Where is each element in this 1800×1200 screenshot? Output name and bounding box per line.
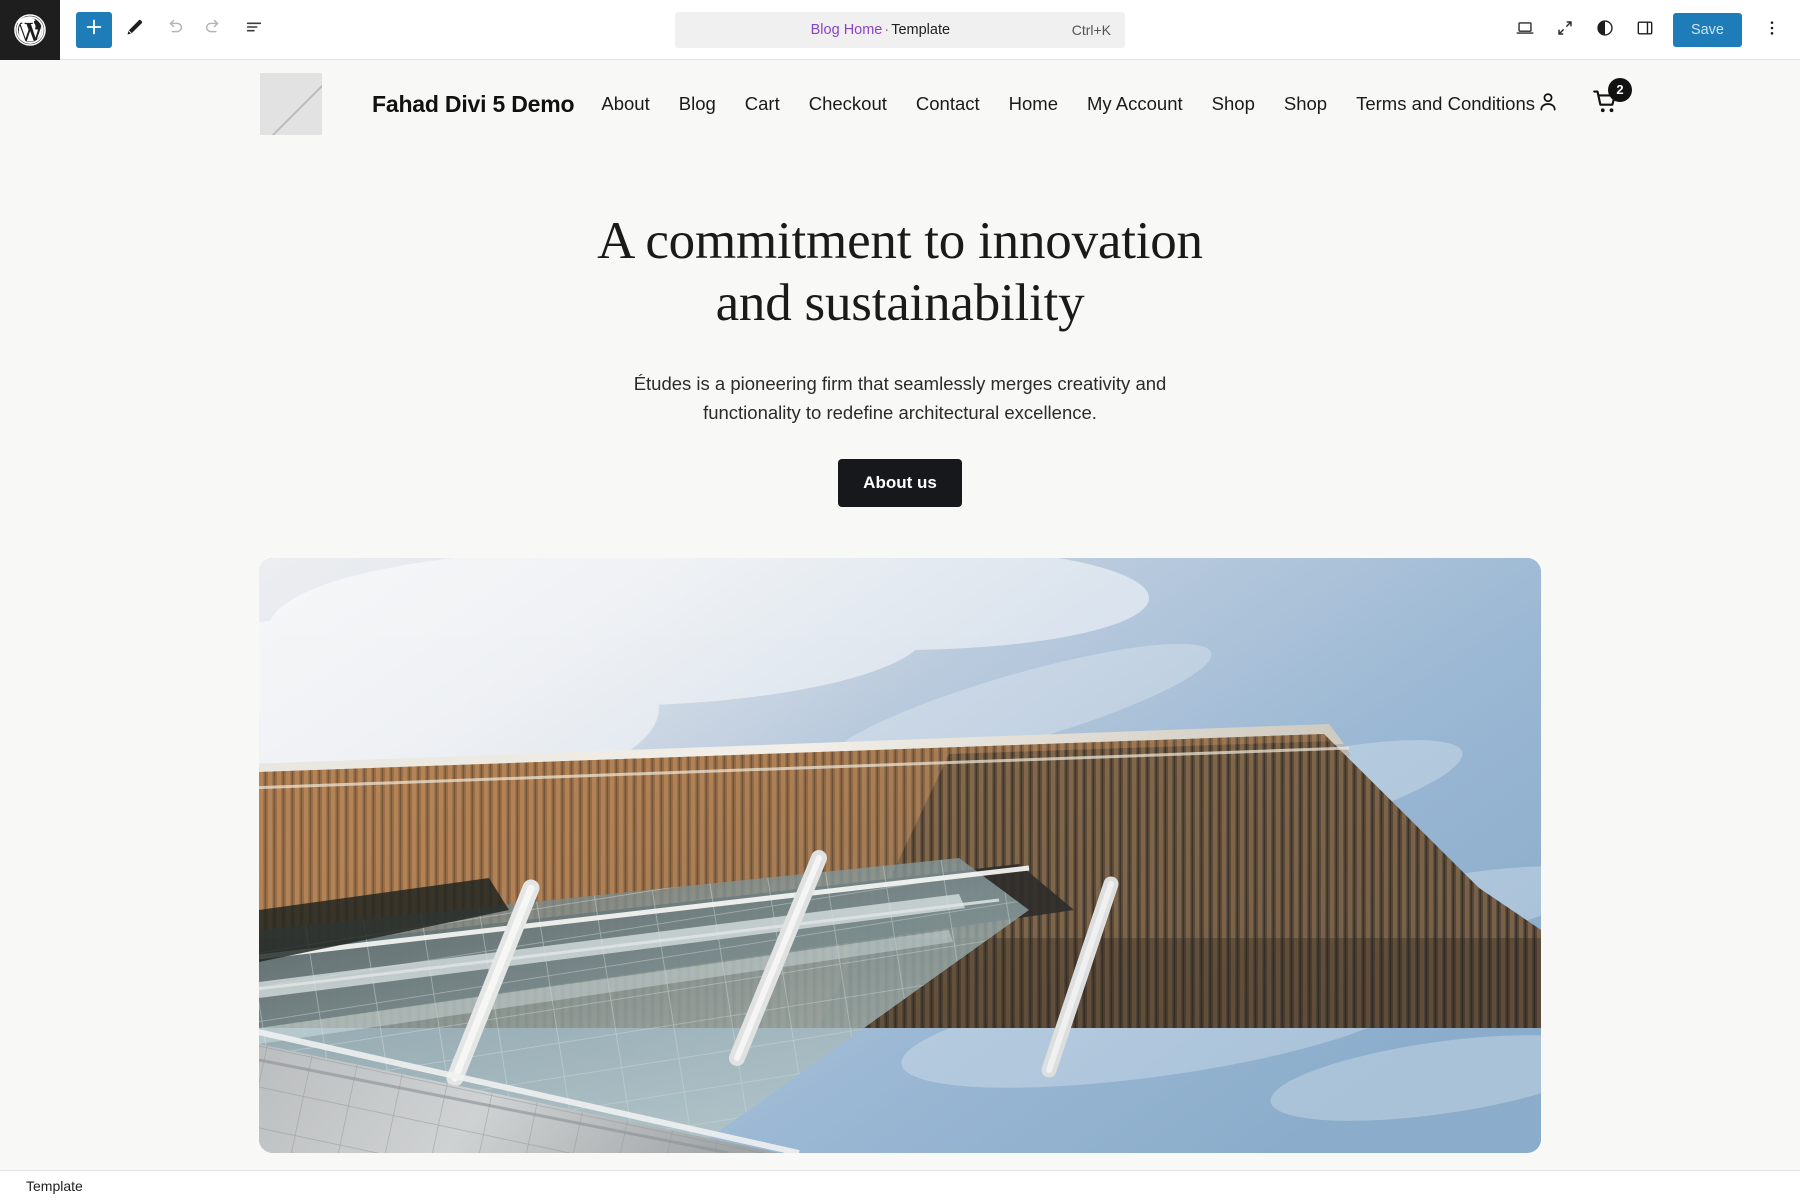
device-preview-button[interactable] xyxy=(1507,12,1543,48)
kebab-menu-icon xyxy=(1762,18,1782,43)
expand-corners-icon xyxy=(1554,17,1576,44)
hero-heading[interactable]: A commitment to innovation and sustainab… xyxy=(0,210,1800,334)
redo-button[interactable] xyxy=(196,12,232,48)
nav-item-home[interactable]: Home xyxy=(1009,93,1058,115)
nav-item-blog[interactable]: Blog xyxy=(679,93,716,115)
about-us-button[interactable]: About us xyxy=(838,459,962,508)
placeholder-image-icon[interactable] xyxy=(260,73,322,135)
architecture-photo xyxy=(259,558,1541,1153)
command-center-separator: · xyxy=(884,22,890,38)
status-label: Template xyxy=(26,1177,83,1194)
header-actions: 2 xyxy=(1535,77,1633,122)
site-header-block[interactable]: Fahad Divi 5 Demo About Blog Cart Checko… xyxy=(0,60,1800,148)
panel-right-icon xyxy=(1634,17,1656,44)
site-navigation: About Blog Cart Checkout Contact Home My… xyxy=(601,93,1535,115)
zoom-out-button[interactable] xyxy=(1547,12,1583,48)
site-title[interactable]: Fahad Divi 5 Demo xyxy=(372,91,575,118)
nav-item-about[interactable]: About xyxy=(601,93,649,115)
save-button[interactable]: Save xyxy=(1672,13,1742,47)
hero-section: A commitment to innovation and sustainab… xyxy=(0,210,1800,508)
hero-subtitle[interactable]: Études is a pioneering firm that seamles… xyxy=(630,370,1170,427)
hero-heading-line-2: and sustainability xyxy=(715,274,1085,332)
editor-top-bar: Blog Home · Template Ctrl+K Save xyxy=(0,0,1800,60)
styles-button[interactable] xyxy=(1587,12,1623,48)
nav-item-my-account[interactable]: My Account xyxy=(1087,93,1183,115)
laptop-icon xyxy=(1514,17,1536,44)
add-block-button[interactable] xyxy=(76,11,112,48)
nav-item-shop-1[interactable]: Shop xyxy=(1212,93,1255,115)
nav-item-terms[interactable]: Terms and Conditions xyxy=(1356,93,1535,115)
redo-arrow-icon xyxy=(203,16,225,43)
document-type: Template xyxy=(891,22,951,38)
undo-arrow-icon xyxy=(163,16,185,43)
command-center-title: Blog Home · Template xyxy=(811,22,950,38)
contrast-circle-icon xyxy=(1594,17,1616,44)
list-view-icon xyxy=(243,16,265,43)
undo-button[interactable] xyxy=(156,12,192,48)
document-name: Blog Home xyxy=(810,22,883,38)
editor-canvas: Fahad Divi 5 Demo About Blog Cart Checko… xyxy=(0,60,1800,1170)
hero-image-block[interactable] xyxy=(259,558,1541,1153)
person-icon[interactable] xyxy=(1535,89,1561,120)
cart-count-badge: 2 xyxy=(1608,77,1633,102)
wordpress-icon xyxy=(13,13,47,47)
command-center-shortcut: Ctrl+K xyxy=(1071,22,1111,38)
settings-sidebar-button[interactable] xyxy=(1627,12,1663,48)
hero-heading-line-1: A commitment to innovation xyxy=(597,212,1203,270)
command-center-button[interactable]: Blog Home · Template Ctrl+K xyxy=(675,12,1125,48)
plus-icon xyxy=(83,16,105,43)
pencil-icon xyxy=(124,17,145,43)
options-menu-button[interactable] xyxy=(1754,12,1790,48)
shopping-cart-button[interactable]: 2 xyxy=(1591,77,1633,122)
nav-item-contact[interactable]: Contact xyxy=(916,93,980,115)
wordpress-logo-button[interactable] xyxy=(0,0,60,60)
document-overview-button[interactable] xyxy=(236,12,272,48)
editor-status-bar: Template xyxy=(0,1170,1800,1200)
edit-tool-button[interactable] xyxy=(116,12,152,48)
nav-item-shop-2[interactable]: Shop xyxy=(1284,93,1327,115)
editor-left-toolbar xyxy=(60,11,272,48)
nav-item-checkout[interactable]: Checkout xyxy=(809,93,887,115)
nav-item-cart[interactable]: Cart xyxy=(745,93,780,115)
editor-right-toolbar: Save xyxy=(1507,0,1790,60)
